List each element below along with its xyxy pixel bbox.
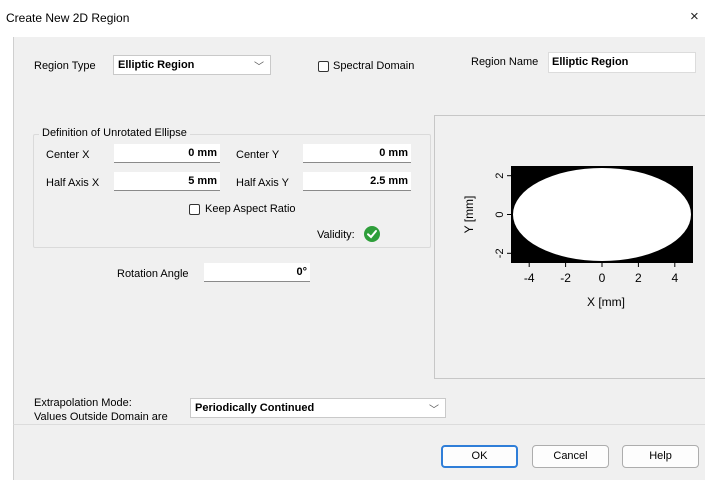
region-name-input[interactable]: Elliptic Region xyxy=(548,52,696,73)
extrapolation-label-line1: Extrapolation Mode: xyxy=(34,397,132,409)
spectral-domain-checkbox[interactable] xyxy=(318,61,329,72)
x-axis-label: X [mm] xyxy=(587,295,625,309)
ellipse-preview-chart: -4 -2 0 2 4 2 0 -2 X [mm] Y [mm] xyxy=(462,166,693,309)
spectral-domain-label: Spectral Domain xyxy=(333,60,415,72)
rotation-angle-input[interactable]: 0° xyxy=(204,263,310,282)
x-tick-label: 4 xyxy=(671,271,678,285)
y-tick-label: -2 xyxy=(494,248,506,258)
y-axis-label: Y [mm] xyxy=(462,196,476,234)
x-tick-label: 2 xyxy=(635,271,642,285)
extrapolation-label-line2: Values Outside Domain are xyxy=(34,411,168,423)
chevron-down-icon: ﹀ xyxy=(254,62,264,73)
y-tick-label: 0 xyxy=(494,211,506,217)
region-type-dropdown[interactable]: Elliptic Region ﹀ xyxy=(113,55,271,75)
check-icon xyxy=(364,226,380,242)
region-type-value: Elliptic Region xyxy=(118,59,195,71)
half-axis-y-input[interactable]: 2.5 mm xyxy=(303,172,411,191)
ellipse-region xyxy=(513,168,691,261)
y-tick-label: 2 xyxy=(494,173,506,179)
ellipse-group-title: Definition of Unrotated Ellipse xyxy=(39,127,190,139)
window-title: Create New 2D Region xyxy=(6,11,130,25)
ok-button[interactable]: OK xyxy=(441,445,518,468)
half-axis-x-input[interactable]: 5 mm xyxy=(114,172,220,191)
center-x-input[interactable]: 0 mm xyxy=(114,144,220,163)
center-y-label: Center Y xyxy=(236,149,280,161)
help-button[interactable]: Help xyxy=(622,445,699,468)
region-name-label: Region Name xyxy=(471,56,539,68)
close-icon[interactable]: × xyxy=(690,8,699,25)
validity-label: Validity: xyxy=(317,229,355,241)
rotation-angle-label: Rotation Angle xyxy=(117,268,189,280)
extrapolation-mode-dropdown[interactable]: Periodically Continued ﹀ xyxy=(190,398,446,418)
preview-panel: -4 -2 0 2 4 2 0 -2 X [mm] Y [mm] xyxy=(434,115,705,379)
half-axis-x-label: Half Axis X xyxy=(46,177,100,189)
region-type-label: Region Type xyxy=(34,60,96,72)
cancel-button[interactable]: Cancel xyxy=(532,445,609,468)
region-name-value: Elliptic Region xyxy=(552,56,629,68)
x-tick-label: -4 xyxy=(524,271,535,285)
chevron-down-icon: ﹀ xyxy=(429,405,439,416)
half-axis-y-label: Half Axis Y xyxy=(236,177,289,189)
center-y-input[interactable]: 0 mm xyxy=(303,144,411,163)
extrapolation-mode-value: Periodically Continued xyxy=(195,402,315,414)
keep-aspect-ratio-label: Keep Aspect Ratio xyxy=(205,203,296,215)
center-x-label: Center X xyxy=(46,149,90,161)
keep-aspect-ratio-checkbox[interactable] xyxy=(189,204,200,215)
x-tick-label: 0 xyxy=(599,271,606,285)
x-tick-label: -2 xyxy=(560,271,571,285)
